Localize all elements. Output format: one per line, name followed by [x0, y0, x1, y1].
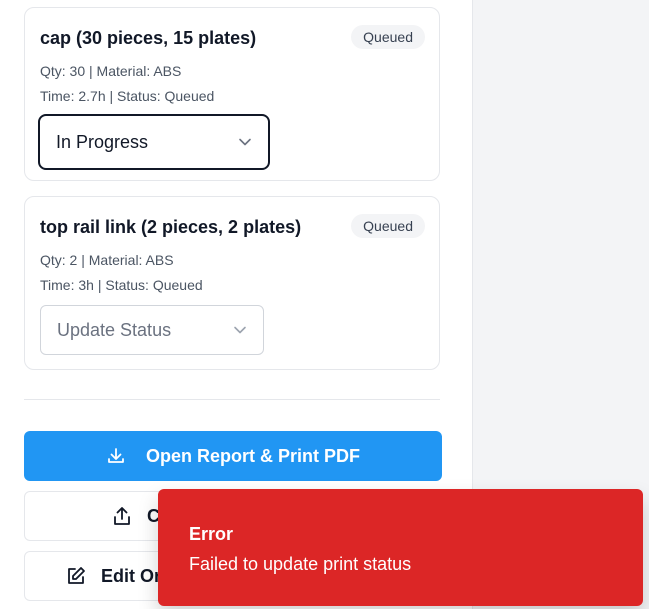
order-title: top rail link (2 pieces, 2 plates)	[40, 217, 302, 237]
status-select[interactable]: In Progress	[38, 114, 270, 170]
chevron-down-icon	[239, 138, 251, 146]
download-icon	[108, 448, 124, 463]
status-badge: Queued	[351, 214, 425, 238]
share-icon	[114, 507, 130, 525]
open-report-label: Open Report & Print PDF	[145, 445, 360, 466]
divider	[24, 399, 440, 400]
order-card: cap (30 pieces, 15 plates) Queued Qty: 3…	[24, 7, 440, 181]
order-title: cap (30 pieces, 15 plates)	[40, 28, 257, 48]
order-qty-material: Qty: 30 | Material: ABS	[40, 63, 182, 79]
order-card: top rail link (2 pieces, 2 plates) Queue…	[24, 196, 440, 370]
status-badge: Queued	[351, 25, 425, 49]
chevron-down-icon	[234, 326, 246, 334]
status-select-placeholder: Update Status	[57, 319, 172, 340]
status-select-value: In Progress	[56, 131, 149, 152]
order-time-status: Time: 2.7h | Status: Queued	[40, 88, 215, 104]
open-report-button[interactable]: Open Report & Print PDF	[24, 431, 442, 481]
toast-title: Error	[189, 524, 234, 544]
status-select[interactable]: Update Status	[40, 305, 264, 355]
order-time-status: Time: 3h | Status: Queued	[40, 277, 203, 293]
order-qty-material: Qty: 2 | Material: ABS	[40, 252, 174, 268]
toast-message: Failed to update print status	[189, 554, 412, 574]
edit-icon	[68, 567, 85, 584]
edit-order-label: Edit Or	[101, 565, 162, 586]
error-toast[interactable]: Error Failed to update print status	[158, 489, 643, 606]
